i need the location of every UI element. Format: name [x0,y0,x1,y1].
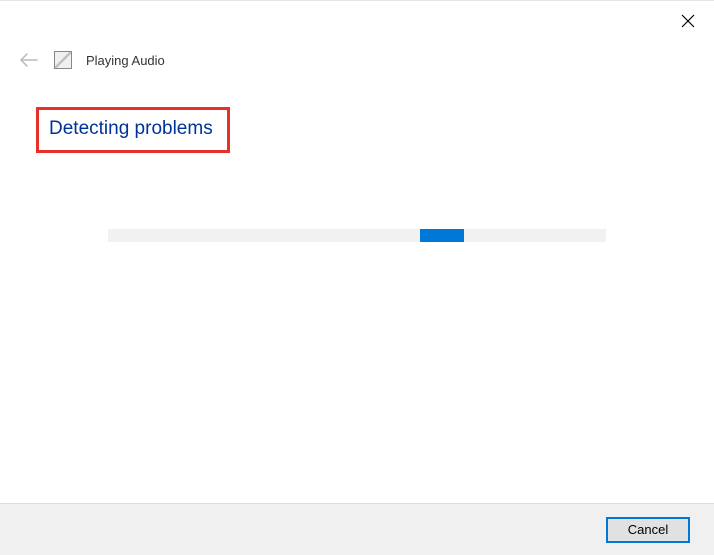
back-arrow-icon [20,53,38,67]
close-icon [681,14,695,28]
progress-area [42,229,672,242]
troubleshooter-window: Playing Audio Detecting problems Cancel [0,0,714,555]
window-title: Playing Audio [86,53,165,68]
cancel-button[interactable]: Cancel [606,517,690,543]
heading-highlight: Detecting problems [36,107,230,153]
troubleshooter-icon [54,51,72,69]
progress-bar [108,229,606,242]
header: Playing Audio [0,39,714,71]
content-area: Detecting problems [0,71,714,242]
close-button[interactable] [680,13,696,29]
titlebar [0,1,714,39]
footer: Cancel [0,503,714,555]
status-heading: Detecting problems [49,118,213,140]
back-button[interactable] [18,49,40,71]
progress-indicator [420,229,464,242]
